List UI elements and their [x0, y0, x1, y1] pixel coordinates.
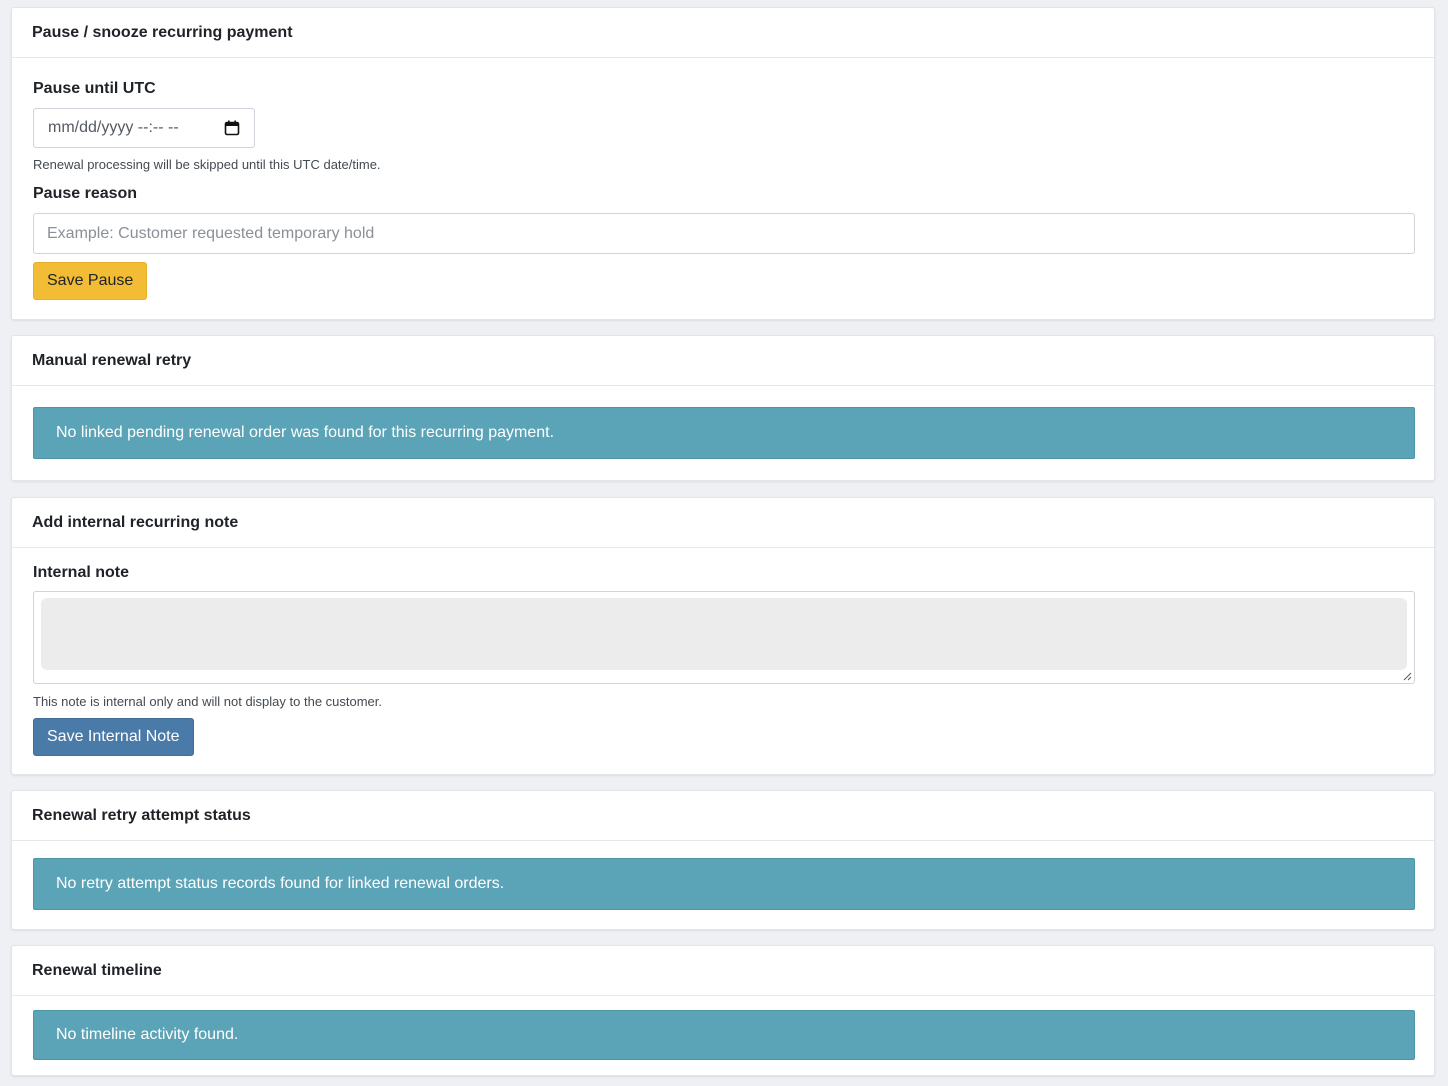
manual-retry-info-alert: No linked pending renewal order was foun…: [33, 407, 1415, 459]
internal-note-card-title: Add internal recurring note: [12, 498, 1434, 548]
manual-renewal-retry-title: Manual renewal retry: [12, 336, 1434, 386]
pause-reason-label: Pause reason: [33, 185, 138, 202]
pause-until-datetime-input[interactable]: mm/dd/yyyy --:-- --: [33, 108, 255, 148]
retry-status-info-alert: No retry attempt status records found fo…: [33, 858, 1415, 910]
pause-until-label: Pause until UTC: [33, 80, 156, 97]
manual-renewal-retry-card: Manual renewal retry No linked pending r…: [11, 335, 1435, 481]
retry-status-title: Renewal retry attempt status: [12, 791, 1434, 841]
timeline-info-alert: No timeline activity found.: [33, 1010, 1415, 1060]
pause-card: Pause / snooze recurring payment Pause u…: [11, 7, 1435, 320]
pause-card-title: Pause / snooze recurring payment: [12, 8, 1434, 58]
internal-note-help-text: This note is internal only and will not …: [33, 694, 383, 709]
textarea-content-area[interactable]: [41, 598, 1407, 670]
save-pause-button[interactable]: Save Pause: [33, 262, 148, 300]
save-internal-note-button[interactable]: Save Internal Note: [33, 718, 194, 756]
pause-reason-input[interactable]: [33, 213, 1415, 254]
retry-status-card: Renewal retry attempt status No retry at…: [11, 790, 1435, 930]
resize-handle-icon[interactable]: [1403, 672, 1412, 681]
date-placeholder: mm/dd/yyyy --:-- --: [48, 119, 179, 136]
calendar-icon[interactable]: [224, 120, 240, 136]
internal-note-label: Internal note: [33, 564, 130, 581]
internal-note-card: Add internal recurring note Internal not…: [11, 497, 1435, 775]
internal-note-textarea[interactable]: [33, 591, 1415, 684]
renewal-timeline-title: Renewal timeline: [12, 946, 1434, 996]
pause-until-help-text: Renewal processing will be skipped until…: [33, 157, 381, 172]
renewal-timeline-card: Renewal timeline No timeline activity fo…: [11, 945, 1435, 1076]
